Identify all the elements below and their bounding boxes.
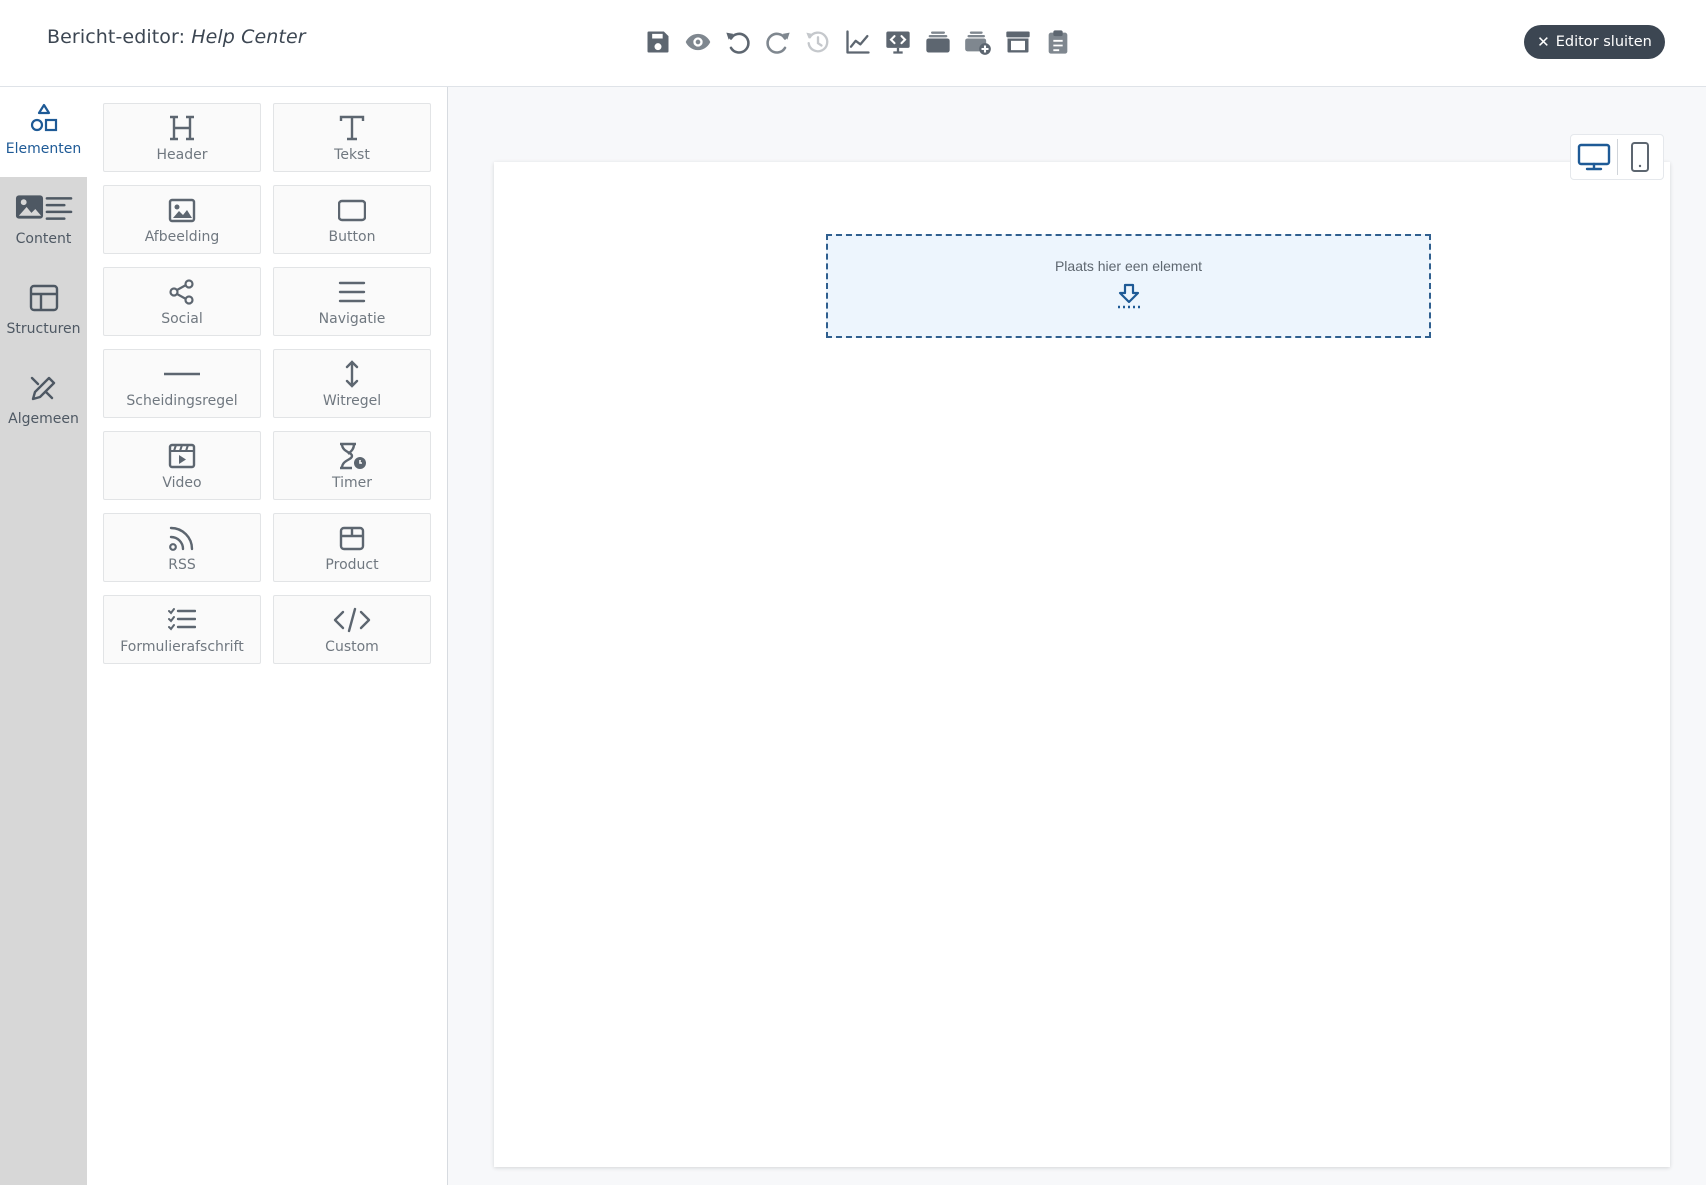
product-box-icon (339, 526, 365, 551)
code-view-button[interactable] (878, 22, 918, 62)
tile-label: Product (325, 557, 379, 573)
rss-icon (169, 526, 194, 551)
templates-button[interactable] (918, 22, 958, 62)
tile-label: Tekst (334, 147, 370, 163)
undo-icon (726, 32, 750, 54)
close-editor-label: Editor sluiten (1555, 34, 1652, 50)
edit-settings-icon (30, 376, 55, 401)
tile-button[interactable]: Button (273, 185, 431, 254)
heading-icon (170, 115, 194, 141)
email-body[interactable]: Plaats hier een element (494, 162, 1670, 1167)
save-icon (647, 31, 669, 53)
tile-label: Custom (325, 639, 379, 655)
rail-item-structuren[interactable]: Structuren (0, 267, 87, 357)
desktop-view-button[interactable] (1571, 134, 1617, 180)
element-palette: Header Tekst Afbeelding Button Social Na… (87, 87, 448, 1185)
tile-label: Formulierafschrift (120, 639, 244, 655)
rail-label-structuren: Structuren (6, 321, 81, 337)
archive-box-icon (1006, 31, 1030, 53)
undo-button[interactable] (718, 22, 758, 62)
view-mode-switch (1570, 134, 1664, 180)
tile-header[interactable]: Header (103, 103, 261, 172)
tile-witregel[interactable]: Witregel (273, 349, 431, 418)
drop-download-icon (1117, 283, 1140, 309)
tile-navigatie[interactable]: Navigatie (273, 267, 431, 336)
editor-title-prefix: Bericht-editor: (47, 26, 186, 48)
history-icon (806, 31, 829, 53)
tile-custom[interactable]: Custom (273, 595, 431, 664)
mobile-icon (1631, 142, 1650, 172)
statistics-button[interactable] (838, 22, 878, 62)
rail-item-content[interactable]: Content (0, 177, 87, 267)
tile-timer[interactable]: Timer (273, 431, 431, 500)
tile-social[interactable]: Social (103, 267, 261, 336)
tile-video[interactable]: Video (103, 431, 261, 500)
rail-label-content: Content (15, 231, 72, 247)
tile-afbeelding[interactable]: Afbeelding (103, 185, 261, 254)
button-icon (338, 199, 366, 222)
preview-eye-icon (685, 33, 711, 51)
archive-button[interactable] (998, 22, 1038, 62)
top-bar: Bericht-editor: Help Center ✕ Editor slu… (0, 0, 1706, 87)
tile-label: Timer (331, 475, 373, 491)
tile-label: Scheidingsregel (126, 393, 238, 409)
text-icon (339, 115, 365, 141)
share-icon (169, 279, 194, 305)
document-name: Help Center (191, 26, 306, 48)
rail-item-algemeen[interactable]: Algemeen (0, 357, 87, 447)
left-rail: Elementen Content Structuren Algemeen (0, 87, 87, 1185)
add-template-icon (965, 31, 991, 55)
close-icon: ✕ (1537, 33, 1550, 51)
tile-label: Social (161, 311, 203, 327)
layout-icon (29, 284, 58, 312)
tile-label: Navigatie (318, 311, 386, 327)
redo-button[interactable] (758, 22, 798, 62)
statistics-chart-icon (846, 30, 870, 54)
rail-label-algemeen: Algemeen (8, 411, 79, 427)
menu-lines-icon (338, 281, 366, 303)
divider-icon (164, 372, 200, 376)
shapes-icon (30, 103, 57, 132)
image-icon (168, 198, 196, 223)
tile-label: Button (328, 229, 376, 245)
editor-toolbar (638, 22, 1078, 62)
redo-icon (766, 32, 790, 54)
mobile-view-button[interactable] (1617, 134, 1663, 180)
tile-label: Afbeelding (144, 229, 220, 245)
image-text-icon (15, 195, 72, 220)
tile-label: Header (156, 147, 208, 163)
element-dropzone[interactable]: Plaats hier een element (826, 234, 1431, 338)
video-icon (168, 443, 196, 469)
preview-button[interactable] (678, 22, 718, 62)
desktop-icon (1577, 143, 1610, 171)
save-button[interactable] (638, 22, 678, 62)
tile-product[interactable]: Product (273, 513, 431, 582)
tile-tekst[interactable]: Tekst (273, 103, 431, 172)
tile-formulierafschrift[interactable]: Formulierafschrift (103, 595, 261, 664)
clipboard-checklist-icon (1048, 30, 1068, 54)
tile-label: Video (162, 475, 202, 491)
tile-label: Witregel (322, 393, 382, 409)
add-template-button[interactable] (958, 22, 998, 62)
dropzone-text: Plaats hier een element (1054, 258, 1203, 274)
templates-stack-icon (926, 31, 950, 53)
tile-rss[interactable]: RSS (103, 513, 261, 582)
hourglass-clock-icon (340, 442, 366, 470)
rail-item-elementen[interactable]: Elementen (0, 87, 87, 177)
history-button[interactable] (798, 22, 838, 62)
clipboard-button[interactable] (1038, 22, 1078, 62)
page-title: Bericht-editor: Help Center (47, 26, 306, 48)
rail-label-elementen: Elementen (5, 141, 82, 157)
close-editor-button[interactable]: ✕ Editor sluiten (1524, 25, 1665, 59)
tile-label: RSS (168, 557, 196, 573)
tile-scheidingsregel[interactable]: Scheidingsregel (103, 349, 261, 418)
editor-canvas: Plaats hier een element (448, 87, 1706, 1185)
code-view-icon (886, 31, 910, 54)
code-icon (333, 607, 371, 633)
checklist-icon (168, 608, 196, 631)
spacer-arrows-icon (345, 360, 359, 388)
